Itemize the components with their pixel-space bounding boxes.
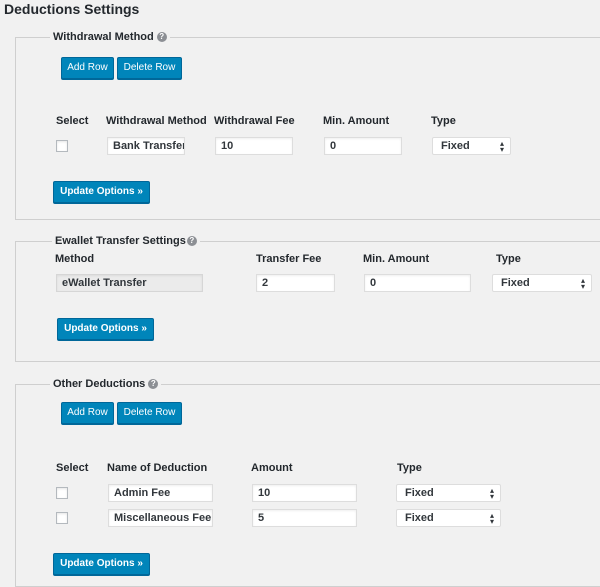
help-icon[interactable]: ? bbox=[156, 32, 167, 42]
column-header-amount: Amount bbox=[251, 462, 293, 474]
withdrawal-method-legend: Withdrawal Method? bbox=[50, 30, 170, 44]
column-header-type: Type bbox=[397, 462, 422, 474]
update-options-button[interactable]: Update Options » bbox=[57, 318, 154, 340]
type-select-value: Fixed bbox=[405, 512, 434, 524]
column-header-name-of-deduction: Name of Deduction bbox=[107, 462, 208, 474]
withdrawal-fee-input[interactable]: 10 bbox=[215, 137, 293, 155]
type-select-value: Fixed bbox=[501, 277, 530, 289]
column-header-min-amount: Min. Amount bbox=[363, 253, 430, 265]
column-header-min-amount: Min. Amount bbox=[323, 115, 390, 127]
update-options-button[interactable]: Update Options » bbox=[53, 553, 150, 575]
ewallet-method-input: eWallet Transfer bbox=[56, 274, 203, 292]
column-header-type: Type bbox=[431, 115, 456, 127]
help-icon[interactable]: ? bbox=[148, 379, 159, 389]
update-options-button[interactable]: Update Options » bbox=[53, 181, 150, 203]
delete-row-button[interactable]: Delete Row bbox=[117, 57, 182, 79]
withdrawal-method-input[interactable]: Bank Transfer bbox=[107, 137, 185, 155]
type-select-value: Fixed bbox=[441, 140, 470, 152]
transfer-fee-input[interactable]: 2 bbox=[256, 274, 335, 292]
row-select-checkbox[interactable] bbox=[56, 512, 68, 524]
deduction-name-input[interactable]: Miscellaneous Fee bbox=[108, 509, 213, 527]
select-arrow-icon: ▴ ▾ bbox=[580, 276, 585, 291]
deduction-name-input[interactable]: Admin Fee bbox=[108, 484, 213, 502]
select-arrow-icon: ▴ ▾ bbox=[489, 511, 494, 526]
type-select[interactable]: Fixed ▴ ▾ bbox=[432, 137, 511, 155]
type-select-value: Fixed bbox=[405, 487, 434, 499]
row-select-checkbox[interactable] bbox=[56, 487, 68, 499]
type-select[interactable]: Fixed ▴ ▾ bbox=[492, 274, 592, 292]
column-header-type: Type bbox=[496, 253, 521, 265]
row-select-checkbox[interactable] bbox=[56, 140, 68, 152]
delete-row-button[interactable]: Delete Row bbox=[117, 402, 182, 424]
deduction-amount-input[interactable]: 10 bbox=[252, 484, 357, 502]
min-amount-input[interactable]: 0 bbox=[364, 274, 471, 292]
ewallet-transfer-legend: Ewallet Transfer Settings? bbox=[52, 234, 200, 248]
column-header-transfer-fee: Transfer Fee bbox=[256, 253, 322, 265]
add-row-button[interactable]: Add Row bbox=[61, 57, 114, 79]
min-amount-input[interactable]: 0 bbox=[324, 137, 402, 155]
select-arrow-icon: ▴ ▾ bbox=[489, 486, 494, 501]
column-header-select: Select bbox=[56, 462, 89, 474]
column-header-withdrawal-method: Withdrawal Method bbox=[106, 115, 207, 127]
column-header-withdrawal-fee: Withdrawal Fee bbox=[214, 115, 295, 127]
select-arrow-icon: ▴ ▾ bbox=[499, 139, 504, 154]
column-header-method: Method bbox=[55, 253, 95, 265]
type-select[interactable]: Fixed ▴ ▾ bbox=[396, 509, 501, 527]
page-title: Deductions Settings bbox=[4, 1, 140, 17]
other-deductions-legend: Other Deductions? bbox=[50, 377, 161, 391]
help-icon[interactable]: ? bbox=[186, 236, 197, 246]
add-row-button[interactable]: Add Row bbox=[61, 402, 114, 424]
type-select[interactable]: Fixed ▴ ▾ bbox=[396, 484, 501, 502]
column-header-select: Select bbox=[56, 115, 89, 127]
deduction-amount-input[interactable]: 5 bbox=[252, 509, 357, 527]
